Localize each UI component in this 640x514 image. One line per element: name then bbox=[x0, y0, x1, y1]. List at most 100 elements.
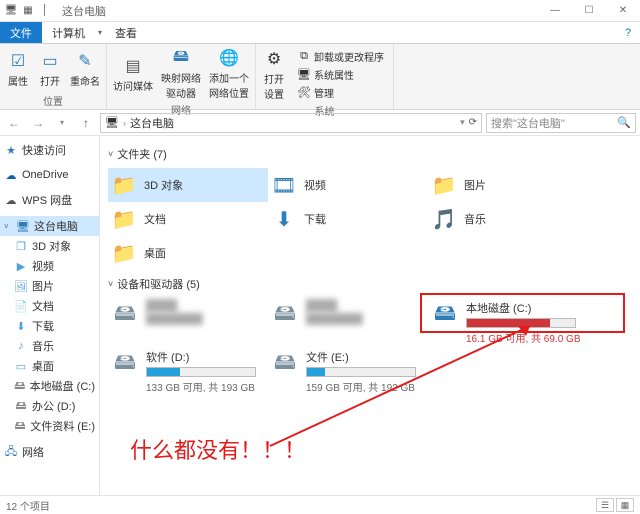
sidebar-item-onedrive[interactable]: ☁OneDrive bbox=[0, 166, 99, 184]
sysprop-button[interactable]: 🖥系统属性 bbox=[293, 66, 388, 83]
drive-icon: 🖴 bbox=[14, 379, 26, 393]
map-drive-icon: 🖴 bbox=[171, 48, 191, 68]
tab-computer[interactable]: 计算机 bbox=[42, 22, 95, 43]
folder-3dobjects[interactable]: 📁3D 对象 bbox=[108, 168, 268, 202]
sidebar-item-pictures[interactable]: 🖼图片 bbox=[0, 276, 99, 296]
view-details-button[interactable]: ☰ bbox=[596, 498, 614, 512]
folders-grid: 📁3D 对象 🎞视频 📁图片 📁文档 ⬇下载 🎵音乐 📁桌面 bbox=[108, 168, 632, 270]
address-input[interactable]: 🖥 › 这台电脑 ▾ ⟳ bbox=[100, 113, 482, 133]
nav-forward-button[interactable]: → bbox=[28, 113, 48, 133]
properties-icon: ☑ bbox=[8, 51, 28, 71]
drive-icon: 🖴 bbox=[110, 300, 140, 330]
manage-icon: 🛠 bbox=[297, 86, 311, 100]
annotation-box bbox=[420, 293, 625, 333]
minimize-button[interactable]: — bbox=[538, 0, 572, 22]
desktop-folder-icon: 📁 bbox=[110, 240, 138, 266]
ribbon-group-label: 位置 bbox=[2, 93, 104, 109]
nav-tree[interactable]: ★快速访问 ☁OneDrive ☁WPS 网盘 ˅🖥这台电脑 ❒3D 对象 ▶视… bbox=[0, 136, 100, 495]
drive-blurred-1[interactable]: 🖴████████████ bbox=[108, 298, 268, 347]
sidebar-item-3dobjects[interactable]: ❒3D 对象 bbox=[0, 236, 99, 256]
properties-button[interactable]: ☑属性 bbox=[2, 49, 34, 90]
tab-view[interactable]: 查看 bbox=[105, 22, 147, 43]
ribbon: ☑属性 ▭打开 ✎重命名 位置 ▤访问媒体 🖴映射网络 驱动器 🌐添加一个 网络… bbox=[0, 44, 640, 110]
music-folder-icon: 🎵 bbox=[430, 206, 458, 232]
sidebar-item-quickaccess[interactable]: ★快速访问 bbox=[0, 140, 99, 160]
ribbon-group-location: ☑属性 ▭打开 ✎重命名 位置 bbox=[0, 44, 107, 109]
video-icon: ▶ bbox=[14, 259, 28, 273]
drive-software-d[interactable]: 🖴软件 (D:)133 GB 可用, 共 193 GB bbox=[108, 347, 268, 396]
props-qat-icon[interactable]: ▦ bbox=[21, 4, 35, 18]
nav-up-button[interactable]: ↑ bbox=[76, 113, 96, 133]
ribbon-group-system: ⚙打开 设置 ⧉卸载或更改程序 🖥系统属性 🛠管理 系统 bbox=[256, 44, 394, 109]
usage-bar bbox=[306, 367, 416, 377]
section-header-folders[interactable]: ˅文件夹 (7) bbox=[108, 146, 632, 162]
doc-folder-icon: 📁 bbox=[110, 206, 138, 232]
folder-pictures[interactable]: 📁图片 bbox=[428, 168, 588, 202]
folder-documents[interactable]: 📁文档 bbox=[108, 202, 268, 236]
search-icon[interactable]: 🔍 bbox=[617, 116, 631, 129]
open-button[interactable]: ▭打开 bbox=[34, 49, 66, 90]
sidebar-item-wps[interactable]: ☁WPS 网盘 bbox=[0, 190, 99, 210]
sidebar-item-documents[interactable]: 📄文档 bbox=[0, 296, 99, 316]
sidebar-item-videos[interactable]: ▶视频 bbox=[0, 256, 99, 276]
address-drop-icon[interactable]: ▾ bbox=[460, 117, 465, 128]
add-netloc-button[interactable]: 🌐添加一个 网络位置 bbox=[205, 46, 253, 102]
title-bar: 🖥 ▦ │ 这台电脑 — ☐ ✕ bbox=[0, 0, 640, 22]
chevron-down-icon[interactable]: ˅ bbox=[4, 222, 12, 231]
access-media-button[interactable]: ▤访问媒体 bbox=[109, 54, 157, 95]
uninstall-button[interactable]: ⧉卸载或更改程序 bbox=[293, 48, 388, 65]
window-title: 这台电脑 bbox=[56, 3, 538, 19]
search-input[interactable]: 搜索"这台电脑" 🔍 bbox=[486, 113, 636, 133]
drive-blurred-2[interactable]: 🖴████████████ bbox=[268, 298, 428, 347]
video-folder-icon: 🎞 bbox=[270, 172, 298, 198]
cloud-icon: ☁ bbox=[4, 193, 18, 207]
chevron-down-icon: ˅ bbox=[108, 279, 113, 289]
sysprop-icon: 🖥 bbox=[297, 68, 311, 82]
refresh-icon[interactable]: ⟳ bbox=[469, 117, 477, 128]
open-settings-button[interactable]: ⚙打开 设置 bbox=[258, 47, 290, 103]
rename-button[interactable]: ✎重命名 bbox=[66, 49, 104, 90]
maximize-button[interactable]: ☐ bbox=[572, 0, 606, 22]
sidebar-item-thispc[interactable]: ˅🖥这台电脑 bbox=[0, 216, 99, 236]
tab-file[interactable]: 文件 bbox=[0, 22, 42, 43]
download-icon: ⬇ bbox=[14, 319, 28, 333]
breadcrumb-chev[interactable]: › bbox=[123, 118, 126, 128]
doc-icon: 📄 bbox=[14, 299, 28, 313]
folder-videos[interactable]: 🎞视频 bbox=[268, 168, 428, 202]
drive-icon: 🖴 bbox=[14, 419, 26, 433]
sidebar-item-network[interactable]: 🖧网络 bbox=[0, 442, 99, 462]
folder-icon: 📁 bbox=[110, 172, 138, 198]
sidebar-item-downloads[interactable]: ⬇下载 bbox=[0, 316, 99, 336]
drive-icon: 🖴 bbox=[110, 349, 140, 379]
breadcrumb-item[interactable]: 这台电脑 bbox=[130, 115, 174, 131]
uninstall-icon: ⧉ bbox=[297, 50, 311, 64]
ribbon-help-icon[interactable]: ? bbox=[616, 22, 640, 43]
sidebar-item-resources[interactable]: 🖴文件资料 (E:) bbox=[0, 416, 99, 436]
nav-recent-button[interactable]: ▾ bbox=[52, 113, 72, 133]
sidebar-item-music[interactable]: ♪音乐 bbox=[0, 336, 99, 356]
annotation-text: 什么都没有！！！ bbox=[130, 433, 306, 465]
manage-button[interactable]: 🛠管理 bbox=[293, 84, 388, 101]
ribbon-group-network: ▤访问媒体 🖴映射网络 驱动器 🌐添加一个 网络位置 网络 bbox=[107, 44, 256, 109]
content-pane[interactable]: ˅文件夹 (7) 📁3D 对象 🎞视频 📁图片 📁文档 ⬇下载 🎵音乐 📁桌面 … bbox=[100, 136, 640, 495]
download-folder-icon: ⬇ bbox=[270, 206, 298, 232]
picture-folder-icon: 📁 bbox=[430, 172, 458, 198]
usage-bar bbox=[146, 367, 256, 377]
folder-downloads[interactable]: ⬇下载 bbox=[268, 202, 428, 236]
view-icons-button[interactable]: ▦ bbox=[616, 498, 634, 512]
drive-icon: 🖴 bbox=[14, 399, 28, 413]
drive-icon: 🖴 bbox=[270, 349, 300, 379]
section-header-drives[interactable]: ˅设备和驱动器 (5) bbox=[108, 276, 632, 292]
sidebar-item-desktop[interactable]: ▭桌面 bbox=[0, 356, 99, 376]
folder-desktop[interactable]: 📁桌面 bbox=[108, 236, 268, 270]
body: ★快速访问 ☁OneDrive ☁WPS 网盘 ˅🖥这台电脑 ❒3D 对象 ▶视… bbox=[0, 136, 640, 495]
folder-music[interactable]: 🎵音乐 bbox=[428, 202, 588, 236]
map-drive-button[interactable]: 🖴映射网络 驱动器 bbox=[157, 46, 205, 102]
tab-computer-drop[interactable]: ▾ bbox=[95, 22, 105, 43]
pc-icon: 🖥 bbox=[16, 219, 30, 233]
drive-files-e[interactable]: 🖴文件 (E:)159 GB 可用, 共 192 GB bbox=[268, 347, 428, 396]
sidebar-item-office[interactable]: 🖴办公 (D:) bbox=[0, 396, 99, 416]
nav-back-button[interactable]: ← bbox=[4, 113, 24, 133]
close-button[interactable]: ✕ bbox=[606, 0, 640, 22]
sidebar-item-localc[interactable]: 🖴本地磁盘 (C:) bbox=[0, 376, 99, 396]
